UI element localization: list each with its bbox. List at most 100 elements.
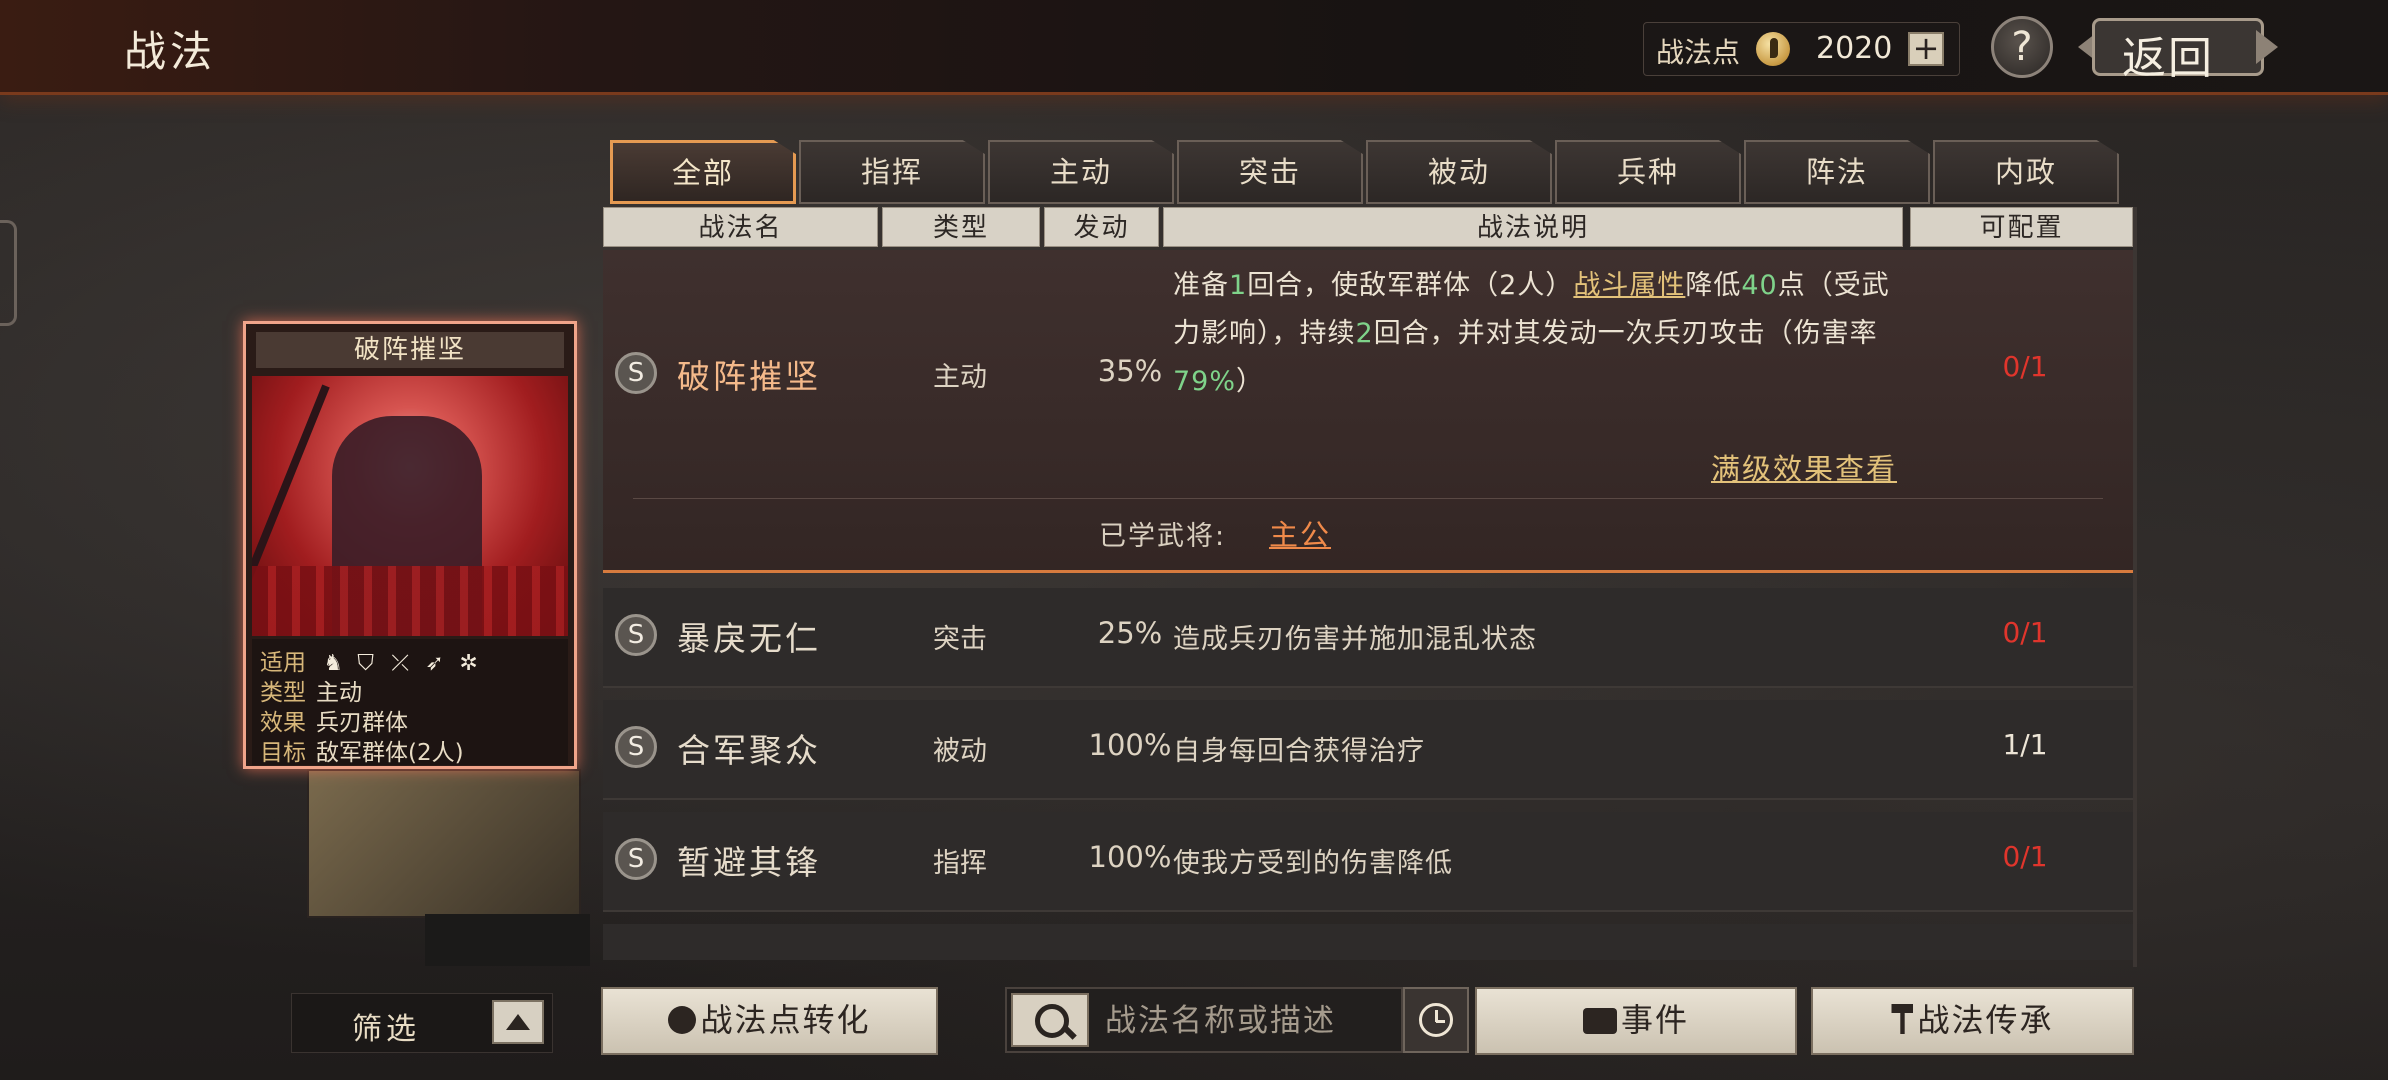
tab-formation[interactable]: 阵法 (1744, 140, 1930, 204)
skill-row-partial[interactable] (603, 924, 2133, 960)
learned-general-name[interactable]: 主公 (1269, 512, 1331, 554)
card-title: 破阵摧坚 (256, 332, 564, 368)
filter-toggle-button[interactable] (492, 1000, 544, 1044)
skill-trigger-rate: 100% (1088, 728, 1172, 762)
skill-row[interactable]: S 暂避其锋 指挥 100% 使我方受到的伤害降低 0/1 (603, 812, 2133, 912)
skill-row[interactable]: S 暴戾无仁 突击 25% 造成兵刃伤害并施加混乱状态 0/1 (603, 588, 2133, 688)
hammer-icon (1891, 1004, 1914, 1034)
skill-points-display: 战法点 2020 + (1643, 22, 1960, 76)
desc-number: 40 (1741, 270, 1778, 301)
column-header-configurable[interactable]: 可配置 (1910, 207, 2133, 247)
convert-skill-points-button[interactable]: 战法点转化 (601, 987, 938, 1055)
clock-icon (1419, 1003, 1453, 1037)
tab-internal-affairs[interactable]: 内政 (1933, 140, 2119, 204)
card-info-panel: 适用 ♞ ⛉ ⤫ ➶ ✲ 类型 主动 效果 兵刃群体 目标 敌军群体(2人) (252, 639, 568, 767)
back-button[interactable]: 返回 (2078, 14, 2278, 84)
skill-name: 暂避其锋 (677, 843, 821, 882)
card-info-effect: 效果 兵刃群体 (260, 703, 408, 737)
search-button[interactable] (1011, 993, 1089, 1047)
grade-s-icon: S (615, 726, 657, 768)
skill-type: 被动 (933, 736, 987, 767)
card-info-key: 目标 (260, 740, 306, 766)
desc-number: 1 (1229, 270, 1248, 301)
skill-type: 指挥 (933, 848, 987, 879)
shield-icon: ⛉ (357, 650, 374, 676)
column-header-type[interactable]: 类型 (882, 207, 1040, 247)
inherit-label: 战法传承 (1917, 1001, 2054, 1039)
column-header-trigger[interactable]: 发动 (1044, 207, 1159, 247)
filter-control: 筛选 (291, 993, 553, 1053)
tab-assault[interactable]: 突击 (1177, 140, 1363, 204)
bow-icon: ⤫ (391, 650, 409, 676)
tab-active[interactable]: 主动 (988, 140, 1174, 204)
events-button[interactable]: 事件 (1475, 987, 1797, 1055)
skill-description: 使我方受到的伤害降低 (1173, 848, 1453, 879)
column-header-name[interactable]: 战法名 (603, 207, 878, 247)
card-info-value: 敌军群体(2人) (316, 740, 464, 766)
skill-points-value: 2020 (1816, 31, 1893, 66)
desc-number: 79% (1173, 366, 1237, 397)
help-button[interactable]: ? (1991, 16, 2053, 78)
desc-text: 回合，并对其发动一次兵刃攻击（伤害率 (1373, 318, 1878, 349)
back-ornament-right (2256, 30, 2278, 64)
skill-config-count: 0/1 (2002, 350, 2048, 383)
history-button[interactable] (1403, 987, 1469, 1053)
add-skill-points-button[interactable]: + (1908, 32, 1944, 66)
desc-number: 2 (1355, 318, 1374, 349)
skill-list[interactable]: S 破阵摧坚 主动 35% 准备1回合，使敌军群体（2人）战斗属性降低40点（受… (603, 250, 2133, 960)
column-header-description: 战法说明 (1163, 207, 1903, 247)
unit-type-icons: ♞ ⛉ ⤫ ➶ ✲ (323, 650, 481, 676)
skill-trigger-rate: 35% (1097, 354, 1163, 388)
side-panel-handle[interactable] (0, 220, 17, 326)
page-title: 战法 (124, 27, 217, 76)
skill-description: 准备1回合，使敌军群体（2人）战斗属性降低40点（受武力影响），持续2回合，并对… (1173, 262, 1913, 406)
skill-config-count: 0/1 (2002, 616, 2048, 649)
learned-generals-label: 已学武将: (1099, 521, 1227, 552)
wheel-icon: ✲ (459, 650, 478, 676)
card-info-applicable: 适用 ♞ ⛉ ⤫ ➶ ✲ (260, 643, 481, 677)
skill-trigger-rate: 25% (1097, 616, 1163, 650)
search-input[interactable] (1103, 995, 1397, 1047)
convert-label: 战法点转化 (700, 1001, 871, 1039)
tab-troop[interactable]: 兵种 (1555, 140, 1741, 204)
skill-description: 造成兵刃伤害并施加混乱状态 (1173, 624, 1537, 655)
row-divider (633, 498, 2103, 499)
card-info-type: 类型 主动 (260, 673, 362, 707)
desc-text: 准备 (1173, 270, 1229, 301)
skill-row[interactable]: S 合军聚众 被动 100% 自身每回合获得治疗 1/1 (603, 700, 2133, 800)
grade-s-icon: S (615, 614, 657, 656)
desc-text: 降低 (1685, 270, 1742, 301)
spear-icon: ➶ (425, 650, 444, 676)
skill-trigger-rate: 100% (1088, 840, 1172, 874)
skill-inherit-button[interactable]: 战法传承 (1811, 987, 2134, 1055)
back-label: 返回 (2122, 33, 2214, 84)
search-icon (1035, 1004, 1069, 1038)
grade-s-icon: S (615, 838, 657, 880)
skill-row-selected[interactable]: S 破阵摧坚 主动 35% 准备1回合，使敌军群体（2人）战斗属性降低40点（受… (603, 250, 2133, 573)
tab-command[interactable]: 指挥 (799, 140, 985, 204)
combat-attributes-link[interactable]: 战斗属性 (1573, 270, 1685, 301)
skill-type: 突击 (933, 624, 987, 655)
tab-all[interactable]: 全部 (610, 140, 796, 204)
card-info-target: 目标 敌军群体(2人) (260, 733, 464, 767)
skill-point-coin-icon (1756, 32, 1790, 66)
skill-description: 自身每回合获得治疗 (1173, 736, 1425, 767)
tab-passive[interactable]: 被动 (1366, 140, 1552, 204)
skill-name: 暴戾无仁 (677, 619, 821, 658)
top-bar: 战法 战法点 2020 + ? 返回 (0, 0, 2388, 95)
grade-s-icon: S (615, 352, 657, 394)
list-frame-edge (2133, 207, 2137, 967)
skill-type: 主动 (933, 362, 987, 393)
card-stack-background (307, 769, 581, 918)
desc-text: 回合，使敌军群体（2人） (1247, 270, 1574, 301)
filter-label: 筛选 (352, 1012, 420, 1047)
swirl-icon (668, 1006, 697, 1034)
max-level-effect-link[interactable]: 满级效果查看 (1711, 446, 1897, 488)
skill-name: 破阵摧坚 (677, 357, 821, 396)
skill-config-count: 0/1 (2002, 840, 2048, 873)
skill-artwork (252, 376, 568, 636)
cavalry-icon: ♞ (323, 650, 344, 676)
skill-card: 破阵摧坚 适用 ♞ ⛉ ⤫ ➶ ✲ 类型 主动 效果 兵刃群体 目标 敌军群体(2人) (243, 321, 577, 769)
events-label: 事件 (1620, 1001, 1689, 1039)
event-icon (1582, 1008, 1617, 1034)
